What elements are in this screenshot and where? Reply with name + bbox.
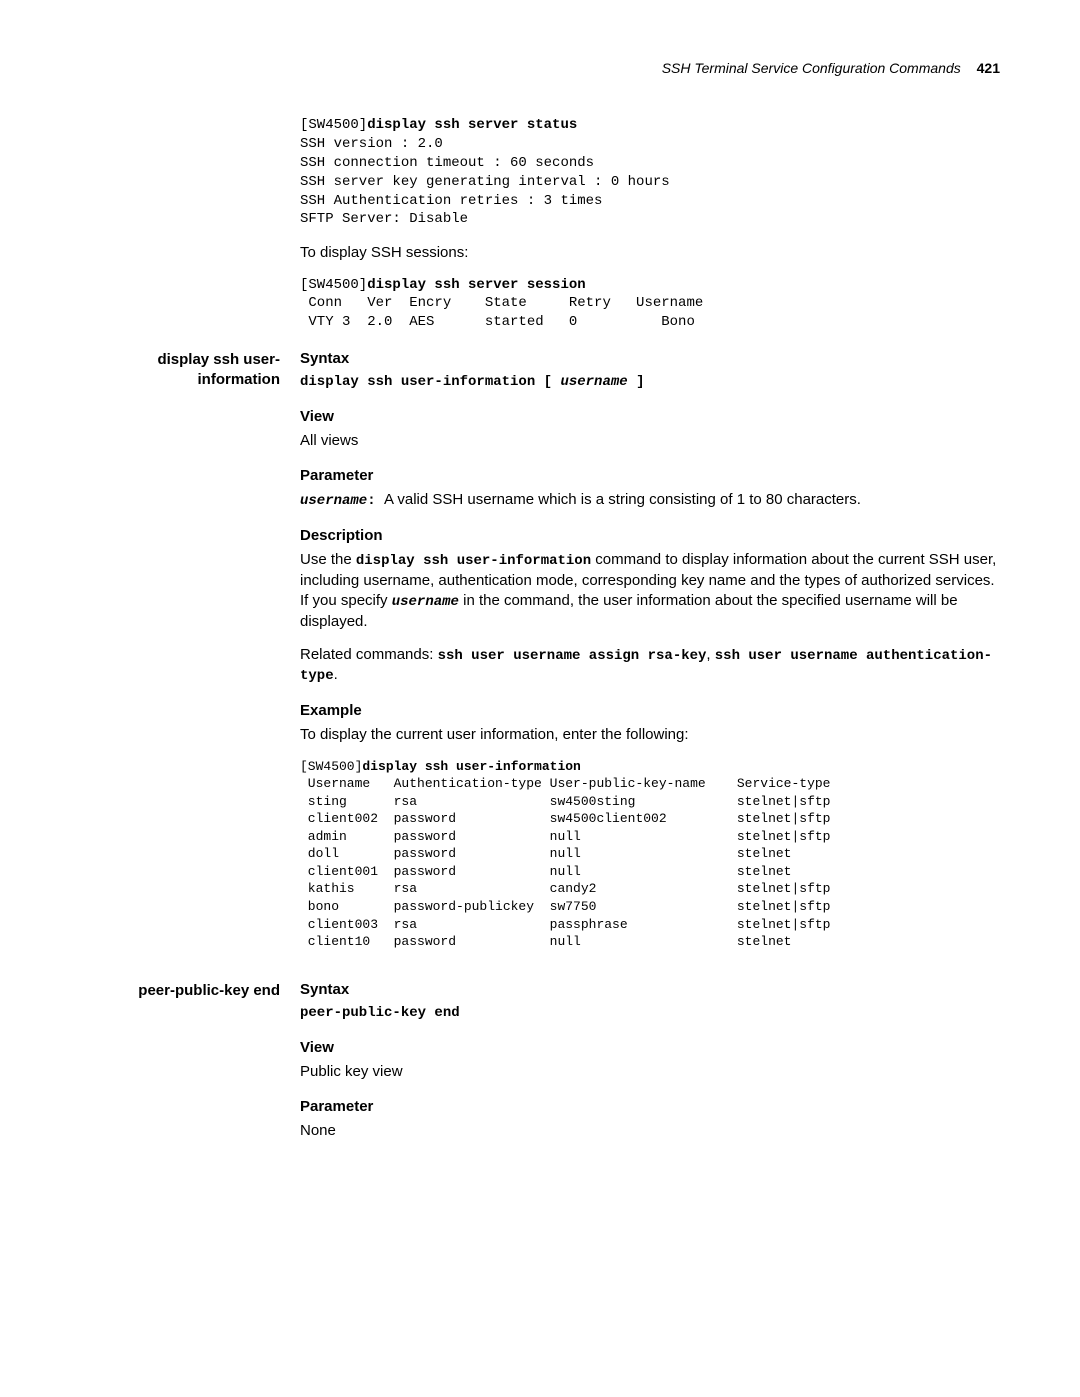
header-title: SSH Terminal Service Configuration Comma…: [662, 60, 961, 76]
sessions-intro: To display SSH sessions:: [300, 243, 1000, 263]
syntax-heading: Syntax: [300, 350, 1000, 367]
section-peer-key: peer-public-key end Syntax peer-public-k…: [80, 981, 1000, 1153]
page-number: 421: [977, 60, 1000, 76]
view-body: All views: [300, 431, 1000, 451]
view-body: Public key view: [300, 1062, 1000, 1082]
example-heading: Example: [300, 702, 1000, 719]
description-heading: Description: [300, 527, 1000, 544]
view-heading: View: [300, 1039, 1000, 1056]
section-title-left: peer-public-key end: [80, 981, 280, 1001]
syntax-line: peer-public-key end: [300, 1004, 1000, 1023]
description-body: Use the display ssh user-information com…: [300, 550, 1000, 632]
section-title-left: display ssh user-information: [80, 350, 280, 389]
parameter-heading: Parameter: [300, 467, 1000, 484]
intro-block: [SW4500]display ssh server status SSH ve…: [80, 116, 1000, 332]
related-commands: Related commands: ssh user username assi…: [300, 645, 1000, 687]
server-status-code: [SW4500]display ssh server status SSH ve…: [300, 116, 1000, 229]
parameter-body: username: A valid SSH username which is …: [300, 490, 1000, 511]
parameter-body: None: [300, 1121, 1000, 1141]
section-user-info: display ssh user-information Syntax disp…: [80, 350, 1000, 950]
sessions-code: [SW4500]display ssh server session Conn …: [300, 276, 1000, 333]
example-intro: To display the current user information,…: [300, 725, 1000, 745]
syntax-heading: Syntax: [300, 981, 1000, 998]
page-header: SSH Terminal Service Configuration Comma…: [80, 60, 1000, 76]
view-heading: View: [300, 408, 1000, 425]
example-code: [SW4500]display ssh user-information Use…: [300, 758, 1000, 951]
syntax-line: display ssh user-information [ username …: [300, 373, 1000, 392]
parameter-heading: Parameter: [300, 1098, 1000, 1115]
